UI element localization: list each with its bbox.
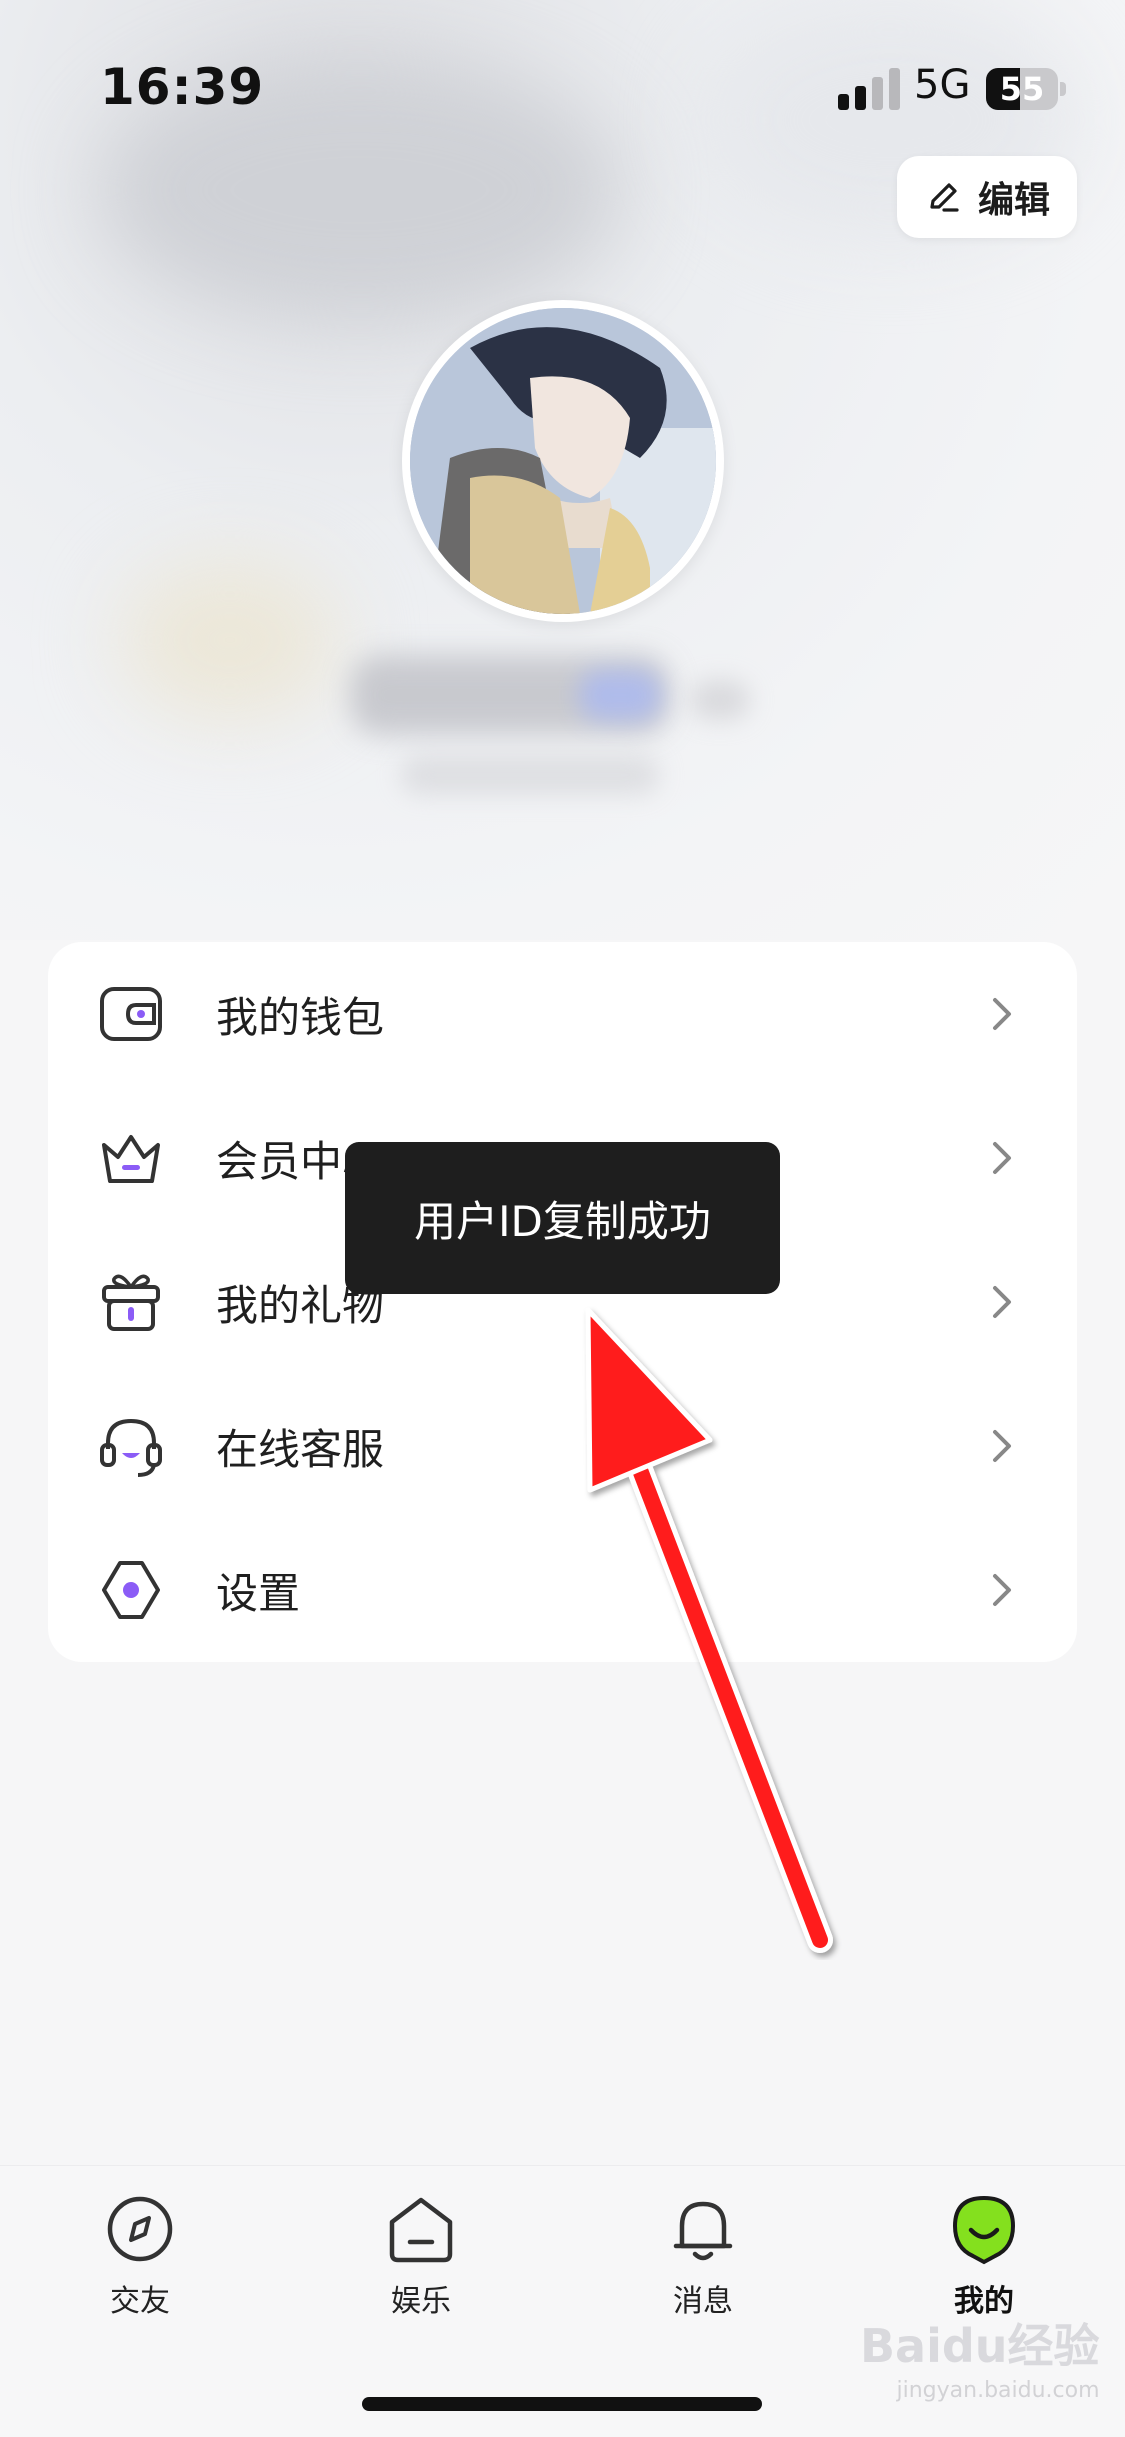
pencil-icon xyxy=(930,183,959,212)
watermark-sub: jingyan.baidu.com xyxy=(896,2378,1100,2403)
red-arrow-annotation xyxy=(585,1307,833,1953)
menu-label: 在线客服 xyxy=(216,1424,385,1474)
headset-icon xyxy=(100,1418,162,1477)
signal-icon xyxy=(838,68,900,110)
network-type: 5G xyxy=(914,62,971,108)
battery-icon: 55 xyxy=(986,68,1066,110)
wallet-icon xyxy=(100,987,162,1041)
watermark-text: Baidu经验 xyxy=(860,2319,1100,2373)
avatar-illustration xyxy=(410,308,716,614)
profile-face-icon xyxy=(952,2195,1016,2265)
menu-label: 设置 xyxy=(216,1568,301,1618)
vip-badge-blurred xyxy=(580,670,660,720)
tab-friends[interactable]: 交友 xyxy=(70,2192,210,2332)
chevron-right-icon xyxy=(993,1574,1011,1606)
toast-text: 用户ID复制成功 xyxy=(414,1196,711,1246)
chevron-right-icon xyxy=(993,1142,1011,1174)
chevron-right-icon xyxy=(993,1430,1011,1462)
status-time: 16:39 xyxy=(100,58,265,116)
user-id-blurred[interactable] xyxy=(400,755,660,795)
tab-entertainment[interactable]: 娱乐 xyxy=(351,2192,491,2332)
tab-label: 娱乐 xyxy=(391,2284,451,2319)
toast-message: 用户ID复制成功 xyxy=(345,1142,780,1294)
crown-icon xyxy=(102,1135,160,1183)
compass-icon xyxy=(107,2196,173,2262)
tab-label: 交友 xyxy=(110,2284,170,2319)
avatar[interactable] xyxy=(402,300,724,622)
settings-icon xyxy=(102,1561,160,1619)
gift-icon xyxy=(102,1274,160,1331)
home-indicator[interactable] xyxy=(362,2397,762,2411)
menu-item-wallet[interactable]: 我的钱包 xyxy=(48,942,1077,1086)
baidu-watermark: Baidu经验 jingyan.baidu.com xyxy=(860,2310,1100,2403)
bell-icon xyxy=(673,2201,733,2261)
edit-label: 编辑 xyxy=(977,180,1050,221)
menu-label: 我的钱包 xyxy=(216,992,385,1042)
home-icon xyxy=(389,2197,453,2263)
chevron-right-icon xyxy=(993,998,1011,1030)
chevron-right-icon xyxy=(993,1286,1011,1318)
tab-messages[interactable]: 消息 xyxy=(633,2192,773,2332)
tab-label: 消息 xyxy=(673,2284,733,2319)
status-bar: 16:39 5G 55 xyxy=(0,0,1125,150)
battery-level: 55 xyxy=(999,70,1045,108)
edit-profile-button[interactable]: 编辑 xyxy=(897,156,1077,238)
gender-badge-blurred xyxy=(690,680,750,720)
